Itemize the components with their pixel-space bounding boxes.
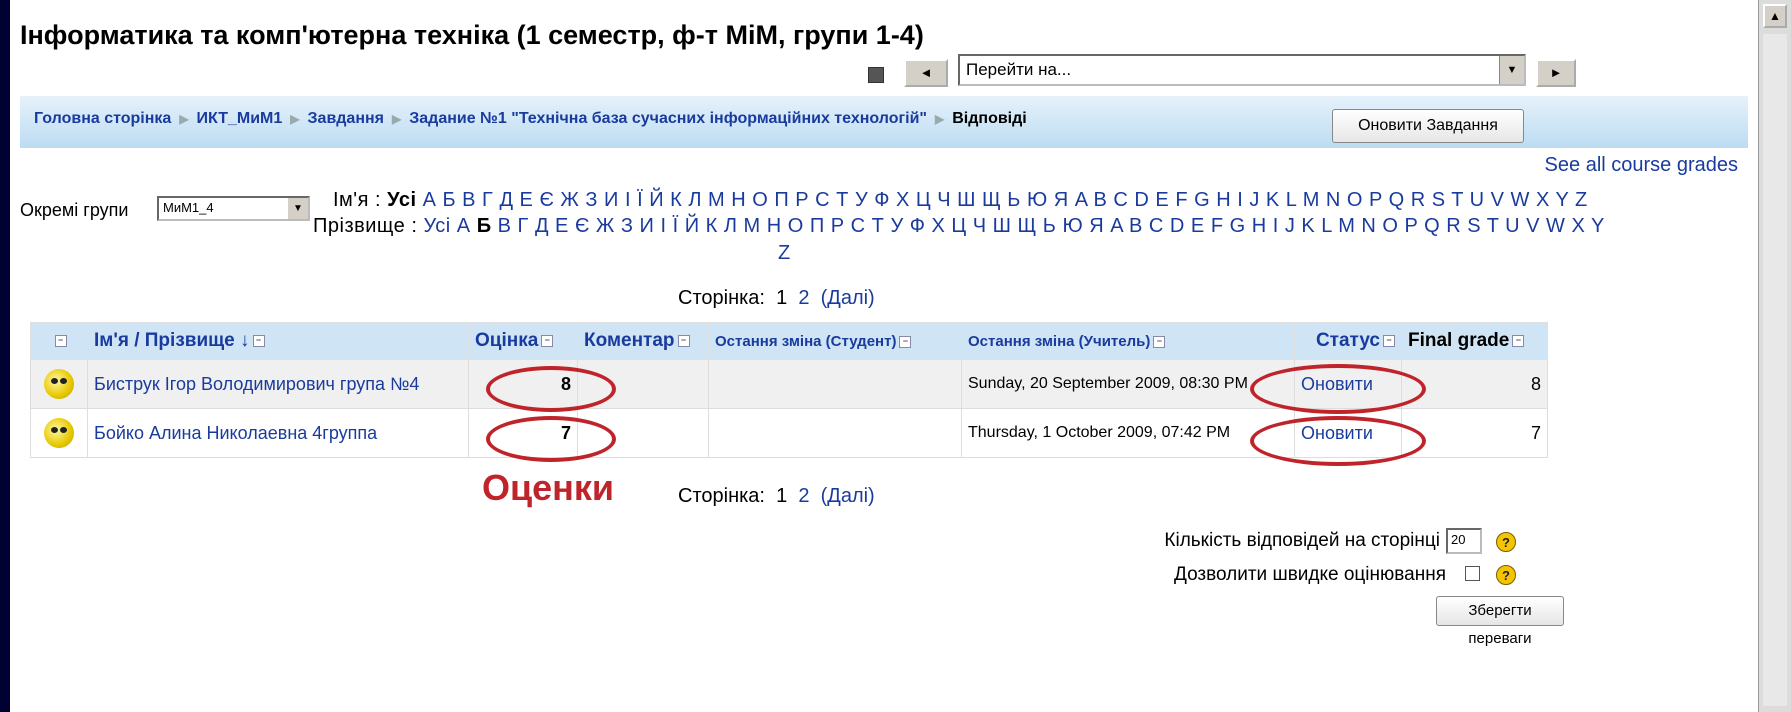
header-grade[interactable]: Оцінка − bbox=[468, 322, 578, 360]
header-picture: − bbox=[30, 322, 88, 360]
first-name-all: Усі bbox=[387, 189, 417, 211]
see-all-grades-link[interactable]: See all course grades bbox=[1545, 154, 1738, 177]
first-name-letters[interactable]: А Б В Г Д Е Є Ж З И І Ї Й К Л М Н О П Р … bbox=[423, 189, 1588, 211]
last-name-label: Прізвище : bbox=[313, 215, 418, 237]
separator-icon: ▶ bbox=[179, 112, 189, 126]
page-label: Сторінка: bbox=[678, 485, 765, 507]
last-name-filter: Прізвище : Усі А Б В Г Д Е Є Ж З И І Ї Й… bbox=[313, 215, 1605, 238]
groups-select-value: МиМ1_4 bbox=[163, 200, 214, 215]
breadcrumb-home[interactable]: Головна сторінка bbox=[34, 110, 171, 127]
student-name-link[interactable]: Биструк Ігор Володимирович група №4 bbox=[87, 359, 469, 409]
header-teacher-changed[interactable]: Остання зміна (Учитель) − bbox=[961, 322, 1295, 360]
page-label: Сторінка: bbox=[678, 287, 765, 309]
chevron-down-icon[interactable]: ▼ bbox=[1499, 56, 1524, 84]
table-header: − Ім'я / Прізвище ↓ − Оцінка − Коментар − О… bbox=[30, 322, 1548, 360]
pagination-bottom: Сторінка: 1 2 (Далі) bbox=[678, 485, 875, 508]
collapse-icon[interactable]: − bbox=[54, 334, 67, 347]
page-1: 1 bbox=[776, 485, 788, 507]
student-name-link[interactable]: Бойко Алина Николаевна 4группа bbox=[87, 408, 469, 458]
avatar[interactable] bbox=[44, 369, 74, 399]
breadcrumb-current: Відповіді bbox=[952, 110, 1027, 127]
last-name-letters[interactable]: В Г Д Е Є Ж З И І Ї Й К Л М Н О П Р С Т … bbox=[498, 215, 1605, 237]
prev-activity-button[interactable]: ◄ bbox=[904, 59, 948, 87]
last-name-selected: Б bbox=[476, 215, 492, 237]
grade-highlight-oval bbox=[486, 416, 616, 462]
sort-arrow-icon: ↓ bbox=[240, 330, 250, 351]
breadcrumb-assignment[interactable]: Задание №1 "Технічна база сучасних інфор… bbox=[409, 110, 927, 127]
collapse-icon[interactable]: − bbox=[1512, 334, 1525, 347]
header-comment[interactable]: Коментар − bbox=[577, 322, 709, 360]
per-page-label: Кількість відповідей на сторінці bbox=[1164, 530, 1440, 551]
groups-select[interactable]: МиМ1_4 ▼ bbox=[157, 196, 310, 221]
collapse-icon[interactable]: − bbox=[1153, 335, 1166, 348]
header-student-changed[interactable]: Остання зміна (Студент) − bbox=[708, 322, 962, 360]
header-name[interactable]: Ім'я / Прізвище ↓ − bbox=[87, 322, 469, 360]
quick-grade-label: Дозволити швидке оцінювання bbox=[1173, 564, 1446, 585]
scroll-up-icon[interactable]: ▲ bbox=[1763, 4, 1787, 28]
avatar-cell bbox=[30, 359, 88, 409]
per-page-input[interactable]: 20 bbox=[1446, 528, 1482, 554]
collapse-icon[interactable]: − bbox=[899, 335, 912, 348]
grades-annotation: Оценки bbox=[482, 467, 615, 508]
student-changed-cell bbox=[708, 359, 962, 409]
separator-icon: ▶ bbox=[290, 112, 300, 126]
help-icon[interactable]: ? bbox=[1496, 565, 1516, 585]
page-1: 1 bbox=[776, 287, 788, 309]
separator-icon: ▶ bbox=[935, 112, 945, 126]
page: Інформатика та комп'ютерна техніка (1 се… bbox=[10, 0, 1758, 712]
jump-to-value: Перейти на... bbox=[966, 60, 1072, 79]
last-name-filter-z[interactable]: Z bbox=[778, 242, 791, 265]
header-final-grade: Final grade − bbox=[1401, 322, 1548, 360]
next-page-link[interactable]: (Далі) bbox=[821, 287, 875, 309]
header-status[interactable]: Статус − bbox=[1294, 322, 1402, 360]
breadcrumb: Головна сторінка ▶ ИКТ_МиМ1 ▶ Завдання ▶ Задан… bbox=[34, 110, 1027, 128]
page-2-link[interactable]: 2 bbox=[798, 485, 809, 507]
jump-to-select[interactable]: Перейти на... ▼ bbox=[958, 54, 1526, 86]
collapse-icon[interactable]: − bbox=[252, 334, 265, 347]
next-page-link[interactable]: (Далі) bbox=[821, 485, 875, 507]
next-activity-button[interactable]: ► bbox=[1536, 59, 1576, 87]
status-highlight-oval bbox=[1250, 364, 1426, 414]
collapse-icon[interactable]: − bbox=[1383, 334, 1395, 347]
separator-icon: ▶ bbox=[392, 112, 402, 126]
page-2-link[interactable]: 2 bbox=[798, 287, 809, 309]
last-name-all[interactable]: Усі А bbox=[423, 215, 470, 237]
grade-highlight-oval bbox=[486, 366, 616, 412]
save-icon[interactable] bbox=[868, 67, 884, 83]
update-assignment-button[interactable]: Оновити Завдання bbox=[1332, 109, 1524, 143]
page-title: Інформатика та комп'ютерна техніка (1 се… bbox=[20, 20, 924, 50]
save-preferences-button[interactable]: Зберегти переваги bbox=[1436, 596, 1564, 647]
first-name-label: Ім'я : bbox=[333, 189, 382, 211]
avatar[interactable] bbox=[44, 418, 74, 448]
breadcrumb-course[interactable]: ИКТ_МиМ1 bbox=[197, 110, 283, 127]
teacher-changed-cell: Sunday, 20 September 2009, 08:30 PM bbox=[961, 359, 1295, 409]
final-grade-cell: 7 bbox=[1401, 408, 1548, 458]
avatar-cell bbox=[30, 408, 88, 458]
first-name-filter: Ім'я : Усі А Б В Г Д Е Є Ж З И І Ї Й К Л… bbox=[333, 189, 1588, 212]
teacher-changed-cell: Thursday, 1 October 2009, 07:42 PM bbox=[961, 408, 1295, 458]
status-highlight-oval bbox=[1250, 416, 1426, 466]
breadcrumb-assignments[interactable]: Завдання bbox=[308, 110, 384, 127]
groups-label: Окремі групи bbox=[20, 200, 129, 220]
quick-grade-checkbox[interactable] bbox=[1465, 566, 1480, 581]
pagination-top: Сторінка: 1 2 (Далі) bbox=[678, 287, 875, 310]
student-changed-cell bbox=[708, 408, 962, 458]
scroll-thumb[interactable] bbox=[1763, 34, 1787, 706]
chevron-down-icon[interactable]: ▼ bbox=[288, 198, 308, 219]
help-icon[interactable]: ? bbox=[1496, 532, 1516, 552]
scrollbar[interactable]: ▲ bbox=[1758, 0, 1791, 712]
collapse-icon[interactable]: − bbox=[541, 334, 554, 347]
collapse-icon[interactable]: − bbox=[677, 334, 690, 347]
